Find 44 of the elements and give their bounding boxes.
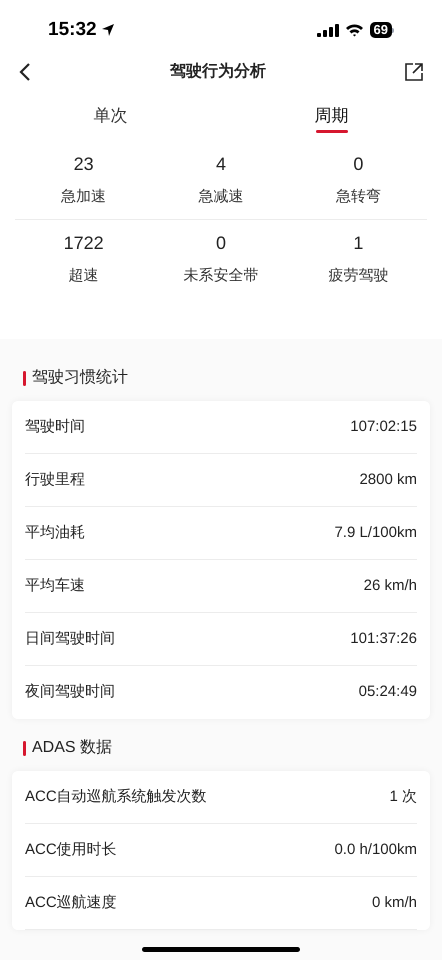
section-title: ADAS 数据 [32,738,112,758]
share-icon [404,62,424,82]
period-tab[interactable]: 周期 [221,102,442,133]
row-value: 7.9 L/100km [334,522,417,543]
row-value: 26 km/h [364,576,417,596]
section-title: 驾驶习惯统计 [32,368,128,388]
row-value: 0.0 h/100km [334,840,417,860]
back-chevron-icon [18,62,32,82]
status-time: 15:32 [48,18,97,42]
stat-value: 0 [353,153,364,176]
row-label: ACC巡航速度 [25,892,117,913]
stat-label: 超速 [68,266,99,286]
section-marker [23,740,26,756]
stat-label: 疲劳驾驶 [328,266,388,286]
row-value: 1 次 [389,786,417,807]
row-label: 驾驶时间 [25,416,85,437]
stat-value: 4 [216,153,226,176]
stat-value: 1 [353,232,364,254]
wifi-icon [344,23,364,37]
row-label: 平均油耗 [25,522,85,543]
stat-value: 0 [216,232,226,254]
signal-icon [316,24,339,36]
row-value: 107:02:15 [350,416,417,437]
section-marker [23,370,26,386]
row-label: 行驶里程 [25,470,85,490]
row-label: ACC自动巡航系统触发次数 [25,786,207,807]
row-label: ACC使用时长 [25,840,117,860]
battery-icon: 69 [370,22,394,38]
row-label: 日间驾驶时间 [25,628,115,649]
row-value: 101:37:26 [350,628,417,649]
page-title: 驾驶行为分析 [170,62,266,82]
stat-label: 急减速 [198,187,244,207]
row-value: 2800 km [359,470,417,490]
stat-value: 23 [74,153,94,176]
stat-label: 未系安全带 [183,266,258,286]
period-tab[interactable]: 单次 [0,102,221,133]
row-label: 夜间驾驶时间 [25,682,115,702]
row-value: 0 km/h [372,892,417,913]
stat-label: 急加速 [61,187,106,207]
stat-value: 1722 [64,232,104,254]
stat-label: 急转弯 [336,187,381,207]
row-label: 平均车速 [25,576,85,596]
row-value: 05:24:49 [358,682,417,702]
location-arrow-icon [100,23,115,37]
